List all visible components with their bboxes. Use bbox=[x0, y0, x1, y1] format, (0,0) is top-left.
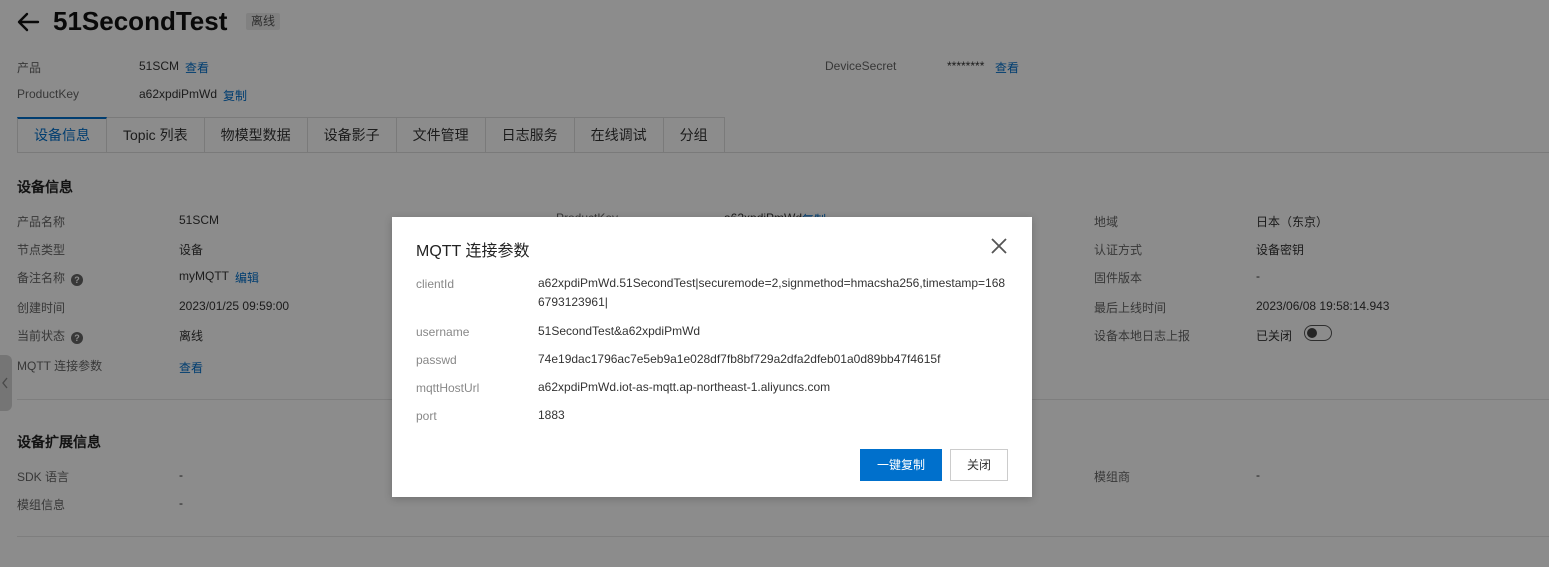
param-label: clientId bbox=[416, 277, 455, 291]
close-icon[interactable] bbox=[990, 237, 1008, 255]
param-label: port bbox=[416, 409, 437, 423]
param-label: passwd bbox=[416, 353, 457, 367]
passwd-value: 74e19dac1796ac7e5eb9a1e028df7fb8bf729a2d… bbox=[538, 352, 941, 366]
param-label: mqttHostUrl bbox=[416, 381, 480, 395]
host-url-value: a62xpdiPmWd.iot-as-mqtt.ap-northeast-1.a… bbox=[538, 380, 831, 394]
copy-all-button[interactable]: 一键复制 bbox=[860, 449, 942, 481]
mqtt-params-dialog: MQTT 连接参数 clientId a62xpdiPmWd.51SecondT… bbox=[392, 217, 1032, 497]
username-value: 51SecondTest&a62xpdiPmWd bbox=[538, 324, 701, 338]
port-value: 1883 bbox=[538, 408, 565, 422]
client-id-value: a62xpdiPmWd.51SecondTest|securemode=2,si… bbox=[538, 276, 1006, 309]
param-label: username bbox=[416, 325, 470, 339]
close-button[interactable]: 关闭 bbox=[950, 449, 1008, 481]
dialog-title: MQTT 连接参数 bbox=[416, 243, 530, 260]
